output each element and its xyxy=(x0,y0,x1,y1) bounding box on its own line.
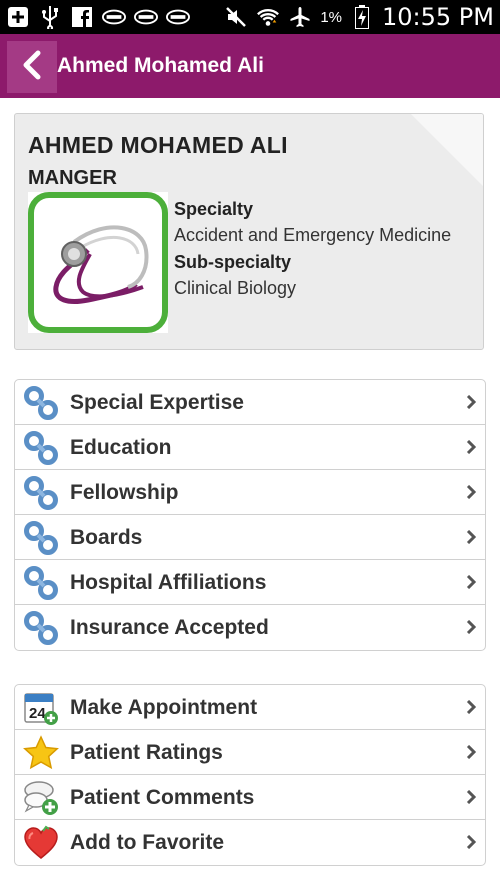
list-item-education[interactable]: Education xyxy=(15,425,485,470)
subspecialty-value: Clinical Biology xyxy=(174,278,297,298)
list-item-label: Patient Comments xyxy=(70,786,255,809)
profile-name: AHMED MOHAMED ALI xyxy=(28,132,288,158)
page-fold-decoration xyxy=(411,114,483,186)
list-item-insurance-accepted[interactable]: Insurance Accepted xyxy=(15,605,485,650)
doctor-avatar xyxy=(28,192,168,333)
chevron-right-icon xyxy=(466,744,477,760)
chevron-right-icon xyxy=(466,789,477,805)
profile-info-list: Special Expertise Education Fellowship B… xyxy=(14,379,486,651)
patient-ratings-item[interactable]: Patient Ratings xyxy=(15,730,485,775)
list-item-label: Fellowship xyxy=(70,481,179,504)
make-appointment-item[interactable]: 24 Make Appointment xyxy=(15,685,485,730)
link-icon xyxy=(23,475,59,511)
link-icon xyxy=(23,565,59,601)
specialty-value: Accident and Emergency Medicine xyxy=(174,225,452,245)
page-title: Ahmed Mohamed Ali xyxy=(57,54,264,77)
chevron-right-icon xyxy=(466,699,477,715)
specialty-label: Specialty xyxy=(174,199,254,219)
add-notification-icon xyxy=(6,5,30,29)
chevron-right-icon xyxy=(466,619,477,635)
list-item-label: Make Appointment xyxy=(70,696,258,719)
app-notification-icon xyxy=(134,5,158,29)
profile-card: AHMED MOHAMED ALI MANGER Specialty Accid… xyxy=(14,113,484,350)
stethoscope-icon xyxy=(28,192,168,333)
chevron-right-icon xyxy=(466,439,477,455)
link-icon xyxy=(23,520,59,556)
chevron-right-icon xyxy=(466,574,477,590)
heart-icon xyxy=(23,825,59,861)
list-item-hospital-affiliations[interactable]: Hospital Affiliations xyxy=(15,560,485,605)
chevron-right-icon xyxy=(466,834,477,850)
list-item-label: Insurance Accepted xyxy=(70,616,269,639)
app-notification-icon xyxy=(166,5,190,29)
list-item-special-expertise[interactable]: Special Expertise xyxy=(15,380,485,425)
chevron-right-icon xyxy=(466,484,477,500)
chevron-left-icon xyxy=(21,50,43,85)
usb-icon xyxy=(38,5,62,29)
list-item-fellowship[interactable]: Fellowship xyxy=(15,470,485,515)
list-item-label: Special Expertise xyxy=(70,391,244,414)
battery-charging-icon xyxy=(350,5,374,29)
list-item-label: Patient Ratings xyxy=(70,741,223,764)
facebook-icon xyxy=(70,5,94,29)
profile-actions-list: 24 Make Appointment Patient Ratings Pati… xyxy=(14,684,486,866)
battery-percent: 1% xyxy=(320,8,343,26)
comment-add-icon xyxy=(23,780,59,816)
list-item-boards[interactable]: Boards xyxy=(15,515,485,560)
link-icon xyxy=(23,610,59,646)
profile-details: Specialty Accident and Emergency Medicin… xyxy=(174,198,474,299)
chevron-right-icon xyxy=(466,394,477,410)
list-item-label: Hospital Affiliations xyxy=(70,571,267,594)
clock: 10:55 PM xyxy=(382,3,494,31)
list-item-label: Boards xyxy=(70,526,143,549)
airplane-mode-icon xyxy=(288,5,312,29)
calendar-add-icon: 24 xyxy=(23,690,59,726)
mute-icon xyxy=(224,5,248,29)
link-icon xyxy=(23,385,59,421)
list-item-label: Add to Favorite xyxy=(70,831,225,854)
patient-comments-item[interactable]: Patient Comments xyxy=(15,775,485,820)
list-item-label: Education xyxy=(70,436,172,459)
back-button[interactable] xyxy=(7,41,57,93)
add-to-favorite-item[interactable]: Add to Favorite xyxy=(15,820,485,865)
app-notification-icon xyxy=(102,5,126,29)
link-icon xyxy=(23,430,59,466)
svg-text:24: 24 xyxy=(29,705,46,722)
star-icon xyxy=(23,735,59,771)
status-bar: 1% 10:55 PM xyxy=(0,0,500,34)
action-bar: Ahmed Mohamed Ali xyxy=(0,34,500,98)
subspecialty-label: Sub-specialty xyxy=(174,252,292,272)
chevron-right-icon xyxy=(466,529,477,545)
wifi-icon xyxy=(256,5,280,29)
profile-role: MANGER xyxy=(28,167,117,189)
